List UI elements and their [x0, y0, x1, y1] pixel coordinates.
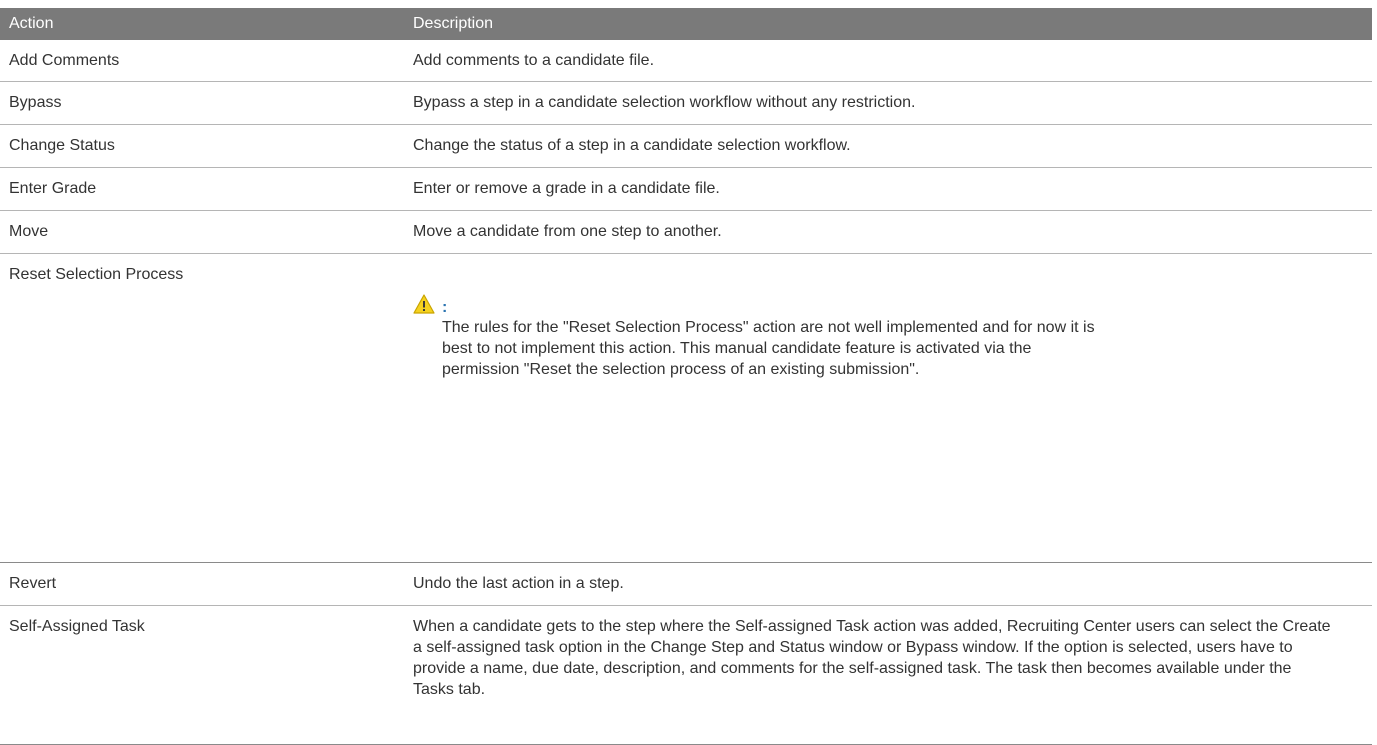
note-body: : The rules for the "Reset Selection Pro…: [442, 299, 1102, 380]
description-cell: : The rules for the "Reset Selection Pro…: [413, 254, 1372, 380]
header-description: Description: [413, 15, 494, 32]
action-cell: Self-Assigned Task: [9, 618, 145, 635]
table-row: Enter Grade Enter or remove a grade in a…: [0, 168, 1372, 211]
description-cell: Bypass a step in a candidate selection w…: [413, 94, 916, 111]
table-row: Revert Undo the last action in a step.: [0, 563, 1372, 606]
action-cell: Reset Selection Process: [9, 266, 184, 283]
warning-icon: [413, 294, 435, 314]
note-label: :: [442, 299, 448, 316]
table-row: Add Comments Add comments to a candidate…: [0, 40, 1372, 82]
table-row: Bypass Bypass a step in a candidate sele…: [0, 82, 1372, 125]
actions-table: Action Description Add Comments Add comm…: [0, 8, 1372, 745]
action-cell: Revert: [9, 575, 57, 592]
description-cell: When a candidate gets to the step where …: [413, 618, 1331, 698]
warning-note: : The rules for the "Reset Selection Pro…: [413, 294, 1332, 380]
action-cell: Add Comments: [9, 52, 120, 69]
table-row: Change Status Change the status of a ste…: [0, 125, 1372, 168]
table-row: Reset Selection Process : The rules for …: [0, 254, 1372, 563]
description-cell: Change the status of a step in a candida…: [413, 137, 851, 154]
action-cell: Move: [9, 223, 49, 240]
description-cell: Undo the last action in a step.: [413, 575, 624, 592]
action-cell: Enter Grade: [9, 180, 97, 197]
action-cell: Change Status: [9, 137, 115, 154]
description-cell: Move a candidate from one step to anothe…: [413, 223, 722, 240]
table-row: Move Move a candidate from one step to a…: [0, 211, 1372, 254]
table-row: Self-Assigned Task When a candidate gets…: [0, 606, 1372, 745]
header-action: Action: [9, 15, 54, 32]
table-header: Action Description: [0, 8, 1372, 40]
description-cell: Add comments to a candidate file.: [413, 52, 655, 69]
action-cell: Bypass: [9, 94, 62, 111]
description-cell: Enter or remove a grade in a candidate f…: [413, 180, 720, 197]
note-text: The rules for the "Reset Selection Proce…: [442, 319, 1095, 378]
